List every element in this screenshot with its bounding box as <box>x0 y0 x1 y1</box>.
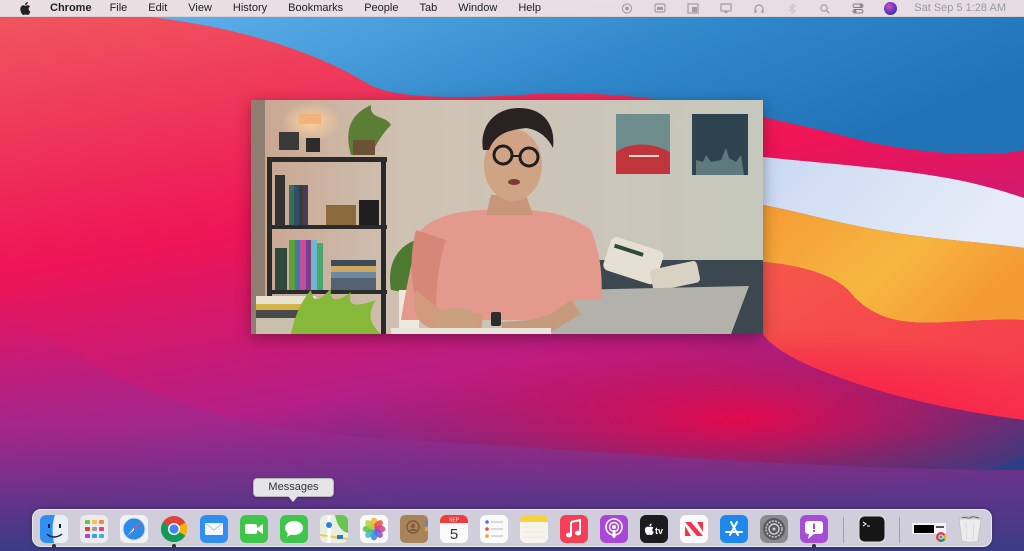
record-icon[interactable] <box>620 2 634 14</box>
system-preferences-icon <box>760 515 788 543</box>
dock-item-music[interactable] <box>559 515 589 543</box>
menu-people[interactable]: People <box>364 2 398 14</box>
dock-item-app-store[interactable] <box>719 515 749 543</box>
photos-icon <box>360 515 388 543</box>
running-indicator <box>172 544 176 548</box>
dock-item-maps[interactable] <box>319 515 349 543</box>
menu-help[interactable]: Help <box>518 2 541 14</box>
trash-icon <box>958 516 982 543</box>
app-store-icon <box>720 515 748 543</box>
running-indicator <box>812 544 816 548</box>
dock-item-photos[interactable] <box>359 515 389 543</box>
calendar-day: 5 <box>450 526 458 543</box>
reminders-icon <box>480 515 508 543</box>
music-icon <box>560 515 588 543</box>
menu-app-chrome[interactable]: Chrome <box>50 2 92 14</box>
dock-tooltip: Messages <box>253 478 334 502</box>
notes-icon <box>520 515 548 543</box>
status-area: Sat Sep 5 1:28 AM <box>620 0 1024 17</box>
video-frame <box>251 100 763 334</box>
menu-history[interactable]: History <box>233 2 267 14</box>
apple-logo-icon[interactable] <box>19 1 33 15</box>
messages-icon <box>280 515 308 543</box>
news-icon <box>680 515 708 543</box>
calendar-icon: SEP 5 <box>440 515 468 543</box>
dock-item-news[interactable] <box>679 515 709 543</box>
dock-item-messages[interactable] <box>279 515 309 543</box>
downloads-stack-icon <box>912 523 946 542</box>
menu-bar-clock[interactable]: Sat Sep 5 1:28 AM <box>914 2 1006 14</box>
control-center-icon[interactable] <box>851 2 865 14</box>
chrome-icon <box>160 516 188 543</box>
menu-window[interactable]: Window <box>458 2 497 14</box>
dock-separator <box>899 517 900 543</box>
dock-item-finder[interactable] <box>39 515 69 548</box>
facetime-icon <box>240 515 268 543</box>
dock-item-feedback-assistant[interactable] <box>799 515 829 548</box>
tv-label: tv <box>655 526 663 536</box>
running-indicator <box>52 544 56 548</box>
dock-item-downloads[interactable] <box>911 515 949 543</box>
dock-item-trash[interactable] <box>955 515 985 543</box>
finder-icon <box>40 515 68 543</box>
safari-icon <box>120 515 148 543</box>
apple-tv-icon: tv <box>640 515 668 543</box>
dock-item-notes[interactable] <box>519 515 549 543</box>
dock: SEP 5 tv <box>32 509 992 548</box>
launchpad-icon <box>80 515 108 543</box>
menu-file[interactable]: File <box>110 2 128 14</box>
dock-item-system-preferences[interactable] <box>759 515 789 543</box>
bluetooth-icon[interactable] <box>785 2 799 14</box>
screen-mirror-icon[interactable] <box>653 2 667 14</box>
dock-item-chrome[interactable] <box>159 515 189 548</box>
dock-separator <box>843 517 844 543</box>
dock-item-safari[interactable] <box>119 515 149 543</box>
search-icon[interactable] <box>818 2 832 14</box>
menu-tab[interactable]: Tab <box>419 2 437 14</box>
menu-edit[interactable]: Edit <box>148 2 167 14</box>
feedback-assistant-icon <box>800 515 828 543</box>
dock-item-calendar[interactable]: SEP 5 <box>439 515 469 543</box>
window-icon[interactable] <box>686 2 700 14</box>
dock-item-tv[interactable]: tv <box>639 515 669 543</box>
headphones-icon[interactable] <box>752 2 766 14</box>
dock-item-launchpad[interactable] <box>79 515 109 543</box>
menu-view[interactable]: View <box>188 2 212 14</box>
dock-item-contacts[interactable] <box>399 515 429 543</box>
calendar-month: SEP <box>449 518 460 524</box>
menu-bookmarks[interactable]: Bookmarks <box>288 2 343 14</box>
terminal-icon <box>858 515 886 543</box>
airplay-icon[interactable] <box>719 2 733 14</box>
dock-item-reminders[interactable] <box>479 515 509 543</box>
siri-icon[interactable] <box>884 1 898 15</box>
video-player-window[interactable] <box>251 100 763 334</box>
maps-icon <box>319 515 349 543</box>
dock-item-podcasts[interactable] <box>599 515 629 543</box>
podcasts-icon <box>600 515 628 543</box>
menu-bar: Chrome File Edit View History Bookmarks … <box>0 0 1024 17</box>
dock-item-terminal[interactable] <box>857 515 887 543</box>
mail-icon <box>200 515 228 543</box>
contacts-icon <box>400 515 428 543</box>
dock-item-facetime[interactable] <box>239 515 269 543</box>
dock-item-mail[interactable] <box>199 515 229 543</box>
